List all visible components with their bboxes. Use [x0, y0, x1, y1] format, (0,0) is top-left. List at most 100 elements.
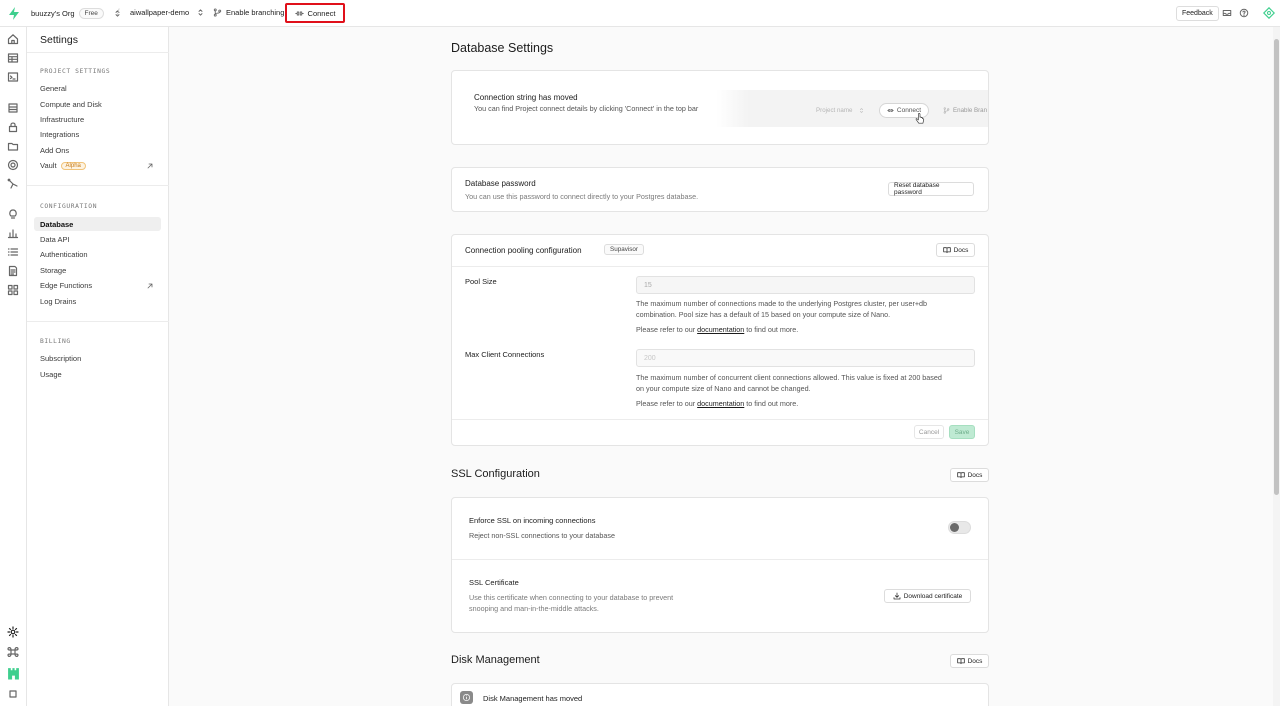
breadcrumb-separator: /	[117, 7, 120, 17]
auth-lock-icon[interactable]	[7, 121, 20, 134]
refer-suffix: to find out more.	[746, 399, 799, 408]
max-client-label: Max Client Connections	[465, 350, 545, 359]
alpha-badge: Alpha	[60, 161, 86, 170]
supavisor-badge: Supavisor	[604, 244, 645, 255]
plug-icon	[294, 11, 304, 15]
sidebar-item-edge-functions[interactable]: Edge Functions	[40, 281, 92, 290]
max-client-refer: Please refer to our documentation to fin…	[636, 399, 798, 410]
enforce-ssl-toggle[interactable]	[948, 521, 971, 534]
table-editor-icon[interactable]	[7, 52, 20, 65]
pool-size-refer: Please refer to our documentation to fin…	[636, 325, 798, 336]
pooling-title: Connection pooling configuration	[465, 246, 582, 255]
disk-docs-button[interactable]: Docs	[950, 654, 989, 668]
realtime-icon[interactable]	[7, 159, 20, 172]
ssl-card: Enforce SSL on incoming connections Reje…	[451, 497, 989, 633]
password-desc: You can use this password to connect dir…	[465, 192, 699, 201]
section-heading-billing: BILLING	[40, 338, 71, 345]
disk-section-title: Disk Management	[451, 654, 540, 666]
ssl-certificate-title: SSL Certificate	[469, 578, 519, 587]
database-password-card: Database password You can use this passw…	[451, 167, 989, 212]
cancel-button[interactable]: Cancel	[914, 425, 944, 439]
max-client-input: 200	[636, 349, 975, 367]
enable-branching-button[interactable]: Enable branching	[213, 8, 284, 17]
documentation-link[interactable]: documentation	[697, 325, 744, 334]
feedback-button[interactable]: Feedback	[1176, 6, 1219, 21]
api-docs-icon[interactable]	[7, 265, 20, 278]
help-icon[interactable]	[1239, 8, 1249, 18]
sidebar-item-infrastructure[interactable]: Infrastructure	[40, 115, 84, 124]
pool-size-input[interactable]: 15	[636, 276, 975, 294]
settings-gear-icon[interactable]	[7, 626, 20, 639]
sql-editor-icon[interactable]	[7, 71, 20, 84]
documentation-link[interactable]: documentation	[697, 399, 744, 408]
scroll-thumb[interactable]	[1274, 39, 1279, 495]
external-link-icon	[146, 162, 154, 170]
sidebar-item-usage[interactable]: Usage	[40, 370, 62, 379]
main-scrollbar[interactable]	[1273, 27, 1280, 706]
chevron-updown-icon	[859, 108, 864, 113]
sidebar-item-data-api[interactable]: Data API	[40, 235, 70, 244]
sidebar-item-compute-and-disk[interactable]: Compute and Disk	[40, 100, 102, 109]
enable-branching-label: Enable branching	[226, 8, 285, 17]
download-icon	[893, 592, 901, 600]
command-icon[interactable]	[7, 646, 20, 659]
preview-project-name: Project name	[816, 107, 853, 114]
sidebar-item-log-drains[interactable]: Log Drains	[40, 297, 76, 306]
reports-icon[interactable]	[7, 227, 20, 240]
inbox-icon[interactable]	[1222, 8, 1232, 18]
enforce-ssl-desc: Reject non-SSL connections to your datab…	[469, 531, 615, 540]
chevron-updown-icon	[198, 9, 203, 16]
panel-toggle-icon[interactable]	[7, 688, 20, 701]
ssl-docs-button[interactable]: Docs	[950, 468, 989, 482]
pointer-cursor-icon	[915, 113, 925, 124]
docs-label: Docs	[967, 471, 983, 479]
external-link-icon	[146, 282, 154, 290]
project-name: aiwallpaper-demo	[130, 8, 190, 17]
divider	[27, 52, 169, 53]
sidebar-item-database[interactable]: Database	[34, 217, 161, 231]
castle-icon[interactable]	[7, 667, 20, 680]
assistant-icon[interactable]	[1263, 7, 1275, 19]
logs-list-icon[interactable]	[7, 246, 20, 259]
pool-size-label: Pool Size	[465, 277, 497, 286]
sidebar-title: Settings	[40, 34, 78, 46]
ssl-section-title: SSL Configuration	[451, 468, 540, 480]
toggle-knob	[950, 523, 959, 532]
refer-suffix: to find out more.	[746, 325, 799, 334]
git-branch-icon	[943, 107, 950, 114]
notice-title: Connection string has moved	[474, 93, 578, 102]
max-client-help-2: on your compute size of Nano and cannot …	[636, 384, 811, 393]
sidebar-item-subscription[interactable]: Subscription	[40, 354, 81, 363]
home-icon[interactable]	[7, 33, 20, 46]
book-icon	[956, 472, 965, 479]
edge-functions-icon[interactable]	[7, 178, 20, 191]
save-button[interactable]: Save	[949, 425, 975, 439]
sidebar-item-integrations[interactable]: Integrations	[40, 130, 79, 139]
pooling-docs-button[interactable]: Docs	[936, 243, 975, 257]
section-heading-project-settings: PROJECT SETTINGS	[40, 68, 111, 75]
project-switcher[interactable]: aiwallpaper-demo	[130, 8, 205, 17]
download-certificate-button[interactable]: Download certificate	[884, 589, 971, 603]
advisors-bulb-icon[interactable]	[7, 208, 20, 221]
sidebar-item-vault[interactable]: Vault Alpha	[40, 161, 86, 170]
sidebar-item-storage[interactable]: Storage	[40, 266, 66, 275]
org-switcher[interactable]: buuzzy's Org Free	[31, 8, 122, 19]
sidebar-item-add-ons[interactable]: Add Ons	[40, 146, 69, 155]
plan-badge: Free	[78, 8, 104, 19]
divider	[452, 559, 988, 560]
sidebar-item-general[interactable]: General	[40, 84, 67, 93]
section-heading-configuration: CONFIGURATION	[40, 203, 98, 210]
supabase-logo[interactable]	[8, 7, 20, 20]
integrations-icon[interactable]	[7, 284, 20, 297]
database-icon[interactable]	[7, 102, 20, 115]
divider	[27, 321, 169, 322]
password-title: Database password	[465, 179, 536, 188]
divider	[27, 185, 169, 186]
connection-string-notice: Connection string has moved You can find…	[451, 70, 989, 145]
icon-rail	[0, 27, 27, 706]
storage-icon[interactable]	[7, 140, 20, 153]
connect-button[interactable]: Connect	[285, 3, 345, 23]
sidebar-item-authentication[interactable]: Authentication	[40, 250, 88, 259]
refer-prefix: Please refer to our	[636, 325, 696, 334]
reset-password-button[interactable]: Reset database password	[888, 182, 974, 196]
